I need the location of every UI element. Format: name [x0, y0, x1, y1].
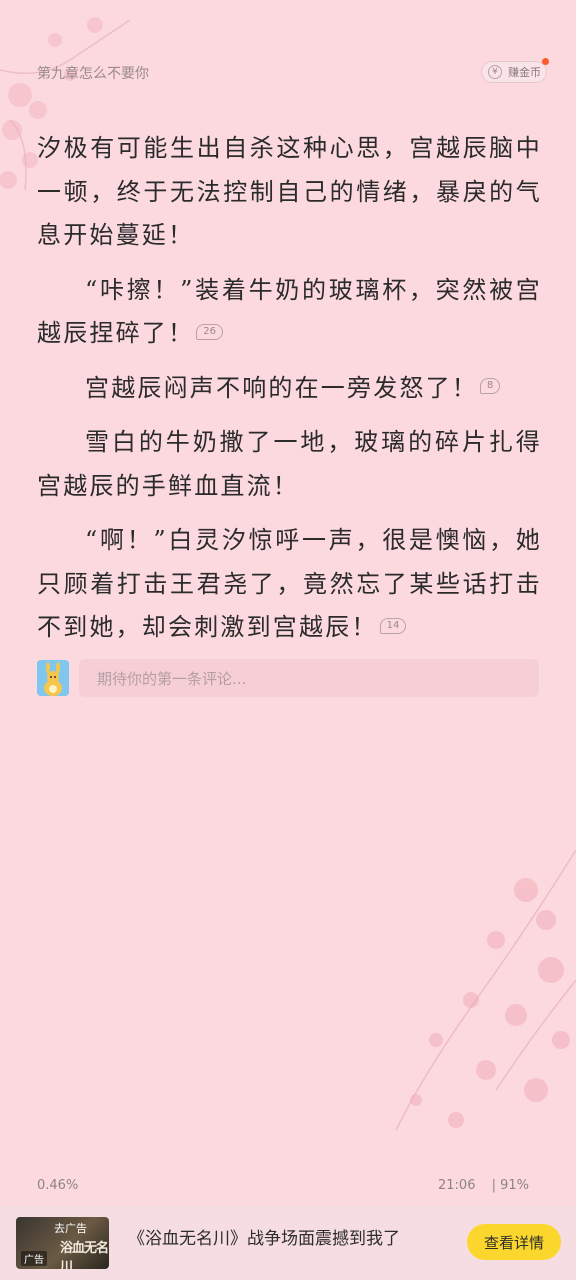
ad-thumbnail[interactable]: 去广告 浴血无名川 广告	[16, 1217, 109, 1269]
kangaroo-avatar-icon	[37, 660, 69, 696]
user-avatar[interactable]	[37, 660, 69, 696]
paragraph[interactable]: 雪白的牛奶撒了一地，玻璃的碎片扎得宫越辰的手鲜血直流！	[37, 421, 542, 508]
paragraph-text: 雪白的牛奶撒了一地，玻璃的碎片扎得宫越辰的手鲜血直流！	[37, 428, 542, 500]
paragraph-comment-count[interactable]: 26	[196, 323, 223, 340]
view-details-button[interactable]: 查看详情	[467, 1224, 561, 1260]
earn-coins-button[interactable]: ¥ 赚金币	[481, 58, 549, 83]
paragraph-text: 汐极有可能生出自杀这种心思，宫越辰脑中一顿，终于无法控制自己的情绪，暴戾的气息开…	[37, 134, 542, 249]
comment-bar: 期待你的第一条评论...	[37, 659, 539, 697]
paragraph-text: 宫越辰闷声不响的在一旁发怒了！	[85, 373, 478, 402]
ad-thumbnail-title: 浴血无名川	[60, 1241, 109, 1269]
paragraph-text: “咔擦！”装着牛奶的玻璃杯，突然被宫越辰捏碎了！	[37, 275, 542, 348]
comment-input[interactable]: 期待你的第一条评论...	[79, 659, 539, 697]
paragraph[interactable]: 汐极有可能生出自杀这种心思，宫越辰脑中一顿，终于无法控制自己的情绪，暴戾的气息开…	[37, 127, 542, 258]
ad-banner[interactable]: 去广告 浴血无名川 广告 《浴血无名川》战争场面震撼到我了 查看详情	[0, 1206, 576, 1280]
cherry-blossom-decoration	[395, 849, 576, 1131]
chapter-title: 第九章怎么不要你	[37, 66, 149, 82]
chapter-content: 汐极有可能生出自杀这种心思，宫越辰脑中一顿，终于无法控制自己的情绪，暴戾的气息开…	[37, 127, 542, 661]
clock: 21:06	[438, 1178, 476, 1193]
reading-progress: 0.46%	[37, 1178, 79, 1193]
reading-status-bar: 0.46% 21:06 | 91%	[37, 1178, 529, 1196]
ad-label: 广告	[21, 1251, 47, 1266]
paragraph[interactable]: 宫越辰闷声不响的在一旁发怒了！ 8	[37, 367, 542, 411]
earn-coins-label: 赚金币	[508, 66, 541, 79]
paragraph[interactable]: “啊！”白灵汐惊呼一声，很是懊恼，她只顾着打击王君尧了，竟然忘了某些话打击不到她…	[37, 519, 542, 650]
battery-level: | 91%	[491, 1178, 529, 1193]
paragraph-comment-count[interactable]: 8	[480, 378, 501, 394]
paragraph-comment-count[interactable]: 14	[379, 617, 407, 634]
notification-dot	[542, 58, 549, 65]
remove-ad-link[interactable]: 去广告	[54, 1220, 87, 1236]
ad-text[interactable]: 《浴血无名川》战争场面震撼到我了	[128, 1224, 400, 1249]
paragraph[interactable]: “咔擦！”装着牛奶的玻璃杯，突然被宫越辰捏碎了！ 26	[37, 269, 542, 356]
paragraph-text: “啊！”白灵汐惊呼一声，很是懊恼，她只顾着打击王君尧了，竟然忘了某些话打击不到她…	[37, 526, 542, 641]
yen-icon: ¥	[488, 65, 502, 79]
